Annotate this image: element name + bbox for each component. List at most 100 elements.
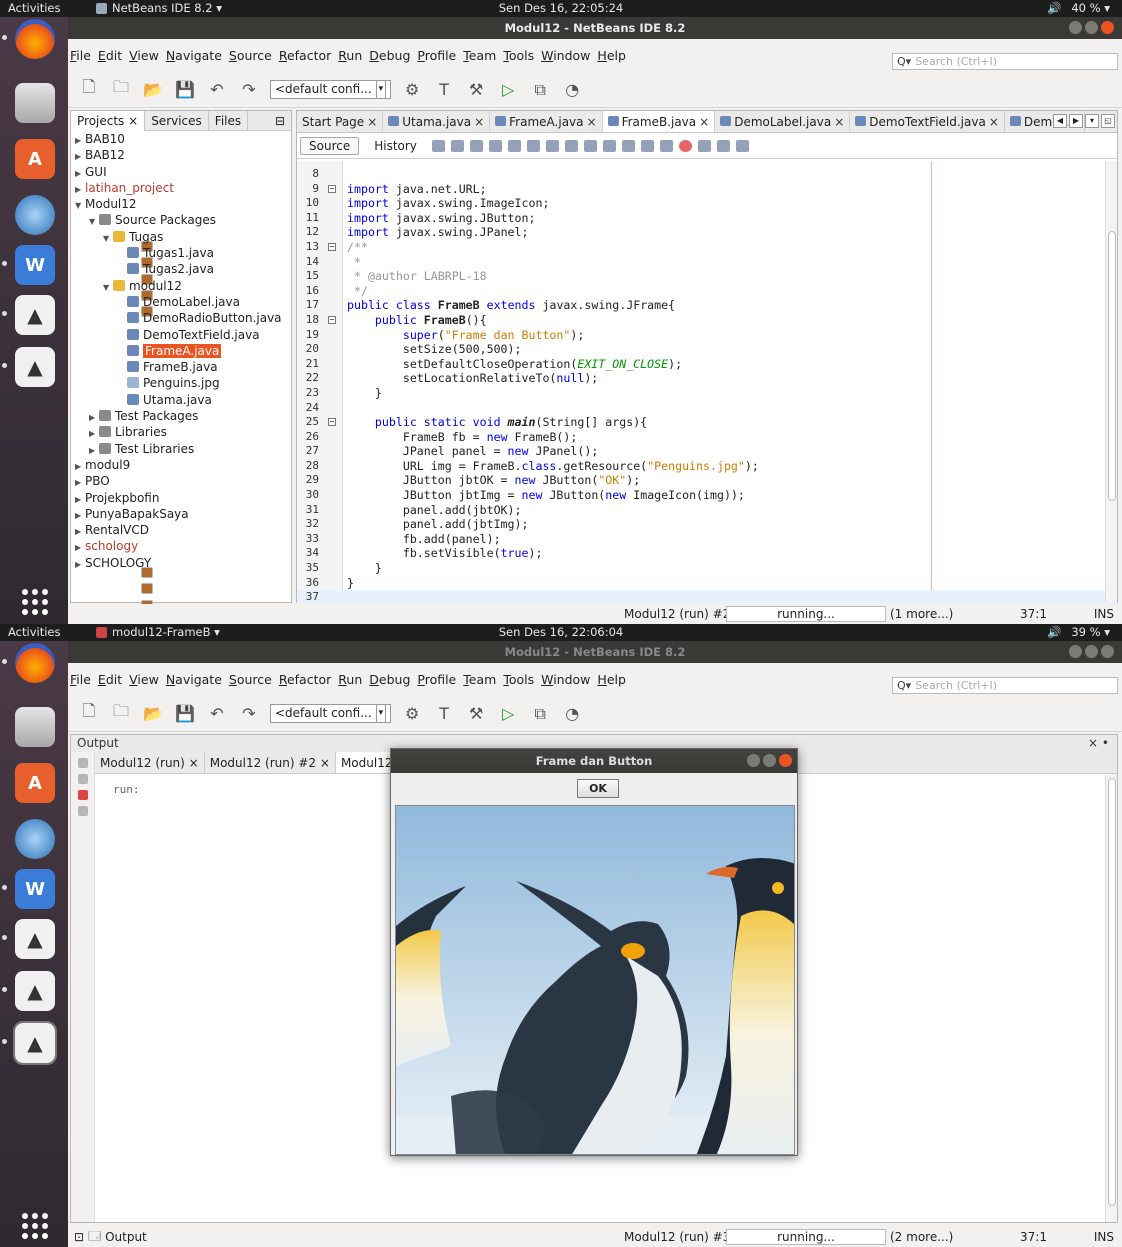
menu-run[interactable]: Run	[338, 48, 362, 63]
show-applications-icon-2[interactable]	[22, 1213, 48, 1239]
prev-bookmark-icon[interactable]	[583, 139, 597, 152]
tab-projects[interactable]: Projects ×	[71, 110, 146, 131]
progress-bar[interactable]: running...	[726, 606, 886, 622]
tab-files[interactable]: Files	[209, 110, 249, 131]
app-menu-2[interactable]: modul12-FrameB ▾	[96, 624, 220, 641]
redo-icon-2[interactable]: ↷	[238, 704, 260, 724]
menu-team[interactable]: Team	[463, 48, 496, 63]
menu-source[interactable]: Source	[229, 48, 272, 63]
menu-refactor[interactable]: Refactor	[279, 48, 331, 63]
output-minimized-tab[interactable]: ⊡ 🗔 Output	[74, 1227, 147, 1247]
tree-item-bab10[interactable]: ▶ BAB10	[71, 131, 291, 252]
next-bookmark-icon[interactable]	[602, 139, 616, 152]
save-all-icon[interactable]: 💾	[174, 80, 196, 100]
window-titlebar-2[interactable]: Modul12 - NetBeans IDE 8.2	[68, 641, 1122, 663]
system-menu-2[interactable]: 🔊 39 % ▾	[1047, 624, 1110, 641]
stop-icon[interactable]	[78, 790, 88, 800]
tab-close-icon[interactable]: ×	[124, 114, 138, 128]
open-project-icon-2[interactable]: 📂	[142, 704, 164, 724]
editor-tab-utama-java[interactable]: Utama.java ×	[383, 111, 491, 132]
files-icon-2[interactable]	[15, 707, 55, 747]
tree-item-schology[interactable]: ▶ SCHOLOGY	[71, 555, 291, 571]
firefox-icon[interactable]	[2, 19, 55, 59]
window-titlebar[interactable]: Modul12 - NetBeans IDE 8.2	[68, 17, 1122, 39]
wps-writer-icon-2[interactable]: W	[2, 869, 55, 909]
search-input-2[interactable]: Q▾ Search (Ctrl+I)	[892, 677, 1118, 694]
frame-close-icon[interactable]	[779, 754, 792, 767]
find-previous-icon[interactable]	[507, 139, 521, 152]
fold-toggle-icon[interactable]: −	[328, 242, 336, 251]
menu-tools[interactable]: Tools	[503, 672, 534, 687]
menu-window[interactable]: Window	[541, 672, 590, 687]
tree-item-pbo[interactable]: ▶ PBO	[71, 473, 291, 595]
menu-profile[interactable]: Profile	[417, 672, 456, 687]
tab-close-icon[interactable]: ×	[699, 115, 709, 129]
find-icon[interactable]	[488, 139, 502, 152]
more-tasks-2[interactable]: (2 more...)	[890, 1230, 953, 1244]
restore-window-icon[interactable]: ◱	[1101, 114, 1115, 128]
maximize-icon-2[interactable]	[1085, 645, 1098, 658]
fold-toggle-icon[interactable]: −	[328, 315, 336, 324]
menu-debug[interactable]: Debug	[369, 672, 410, 687]
tree-item-bab12[interactable]: ▶ BAB12	[71, 147, 291, 269]
profile-icon[interactable]: ◔	[561, 80, 583, 100]
shift-left-icon[interactable]	[640, 139, 654, 152]
history-button[interactable]: History	[365, 137, 426, 155]
build-icon-2[interactable]: T	[433, 704, 455, 724]
system-menu[interactable]: 🔊 40 % ▾	[1047, 0, 1110, 17]
debug-icon-2[interactable]: ⧉	[529, 704, 551, 724]
tree-item-schology[interactable]: ▶ schology	[71, 538, 291, 554]
app-menu[interactable]: NetBeans IDE 8.2 ▾	[96, 0, 222, 17]
tree-item-modul12[interactable]: ▼ Modul12	[71, 196, 291, 318]
menu-profile[interactable]: Profile	[417, 48, 456, 63]
tab-close-icon[interactable]: ×	[989, 115, 999, 129]
build-config-icon[interactable]: ⚙	[401, 80, 423, 100]
tab-list-icon[interactable]: ▾	[1085, 114, 1099, 128]
output-tab-modul12-run-2[interactable]: Modul12 (run) #2 ×	[205, 752, 336, 773]
tab-close-icon[interactable]: ×	[474, 115, 484, 129]
menu-view[interactable]: View	[129, 48, 159, 63]
new-project-icon[interactable]: 🗀	[110, 77, 132, 100]
uncomment-icon[interactable]	[735, 139, 749, 152]
run-icon[interactable]: ▷	[497, 80, 519, 100]
output-tab-modul12-run[interactable]: Modul12 (run) ×	[95, 752, 205, 773]
java-frame-titlebar[interactable]: Frame dan Button	[391, 749, 797, 773]
minimize-panel-icon[interactable]: ⊟	[269, 111, 291, 131]
editor-tab-demolabel-java[interactable]: DemoLabel.java ×	[715, 111, 851, 132]
clean-build-icon[interactable]: ⚒	[465, 80, 487, 100]
editor-tab-frameb-java[interactable]: FrameB.java ×	[602, 111, 716, 132]
rerun-different-icon[interactable]	[78, 774, 88, 784]
last-edit-icon[interactable]	[431, 139, 445, 152]
virtualbox-icon-2[interactable]	[15, 819, 55, 859]
shift-right-icon[interactable]	[659, 139, 673, 152]
redo-icon[interactable]: ↷	[238, 80, 260, 100]
menu-file[interactable]: File	[70, 672, 91, 687]
menu-window[interactable]: Window	[541, 48, 590, 63]
undo-icon[interactable]: ↶	[206, 80, 228, 100]
netbeans-launcher-icon-4[interactable]: ▲	[2, 971, 55, 1011]
run-icon-2[interactable]: ▷	[497, 704, 519, 724]
tree-item-utama-java[interactable]: Utama.java	[71, 392, 291, 408]
menu-team[interactable]: Team	[463, 672, 496, 687]
clock-2[interactable]: Sen Des 16, 22:06:04	[499, 625, 624, 639]
tree-item-rentalvcd[interactable]: ▶ RentalVCD	[71, 522, 291, 538]
editor-scrollbar[interactable]	[1105, 161, 1117, 602]
tab-close-icon[interactable]: ×	[316, 756, 330, 770]
tree-item-penguins-jpg[interactable]: Penguins.jpg	[71, 375, 291, 391]
tree-item-test-packages[interactable]: ▶ Test Packages	[71, 408, 291, 424]
scroll-thumb[interactable]	[1108, 231, 1116, 501]
back-icon[interactable]	[450, 139, 464, 152]
tab-close-icon[interactable]: ×	[587, 115, 597, 129]
output-scrollbar[interactable]	[1105, 774, 1117, 1222]
virtualbox-icon[interactable]	[15, 195, 55, 235]
menu-refactor[interactable]: Refactor	[279, 672, 331, 687]
find-next-icon[interactable]	[526, 139, 540, 152]
menu-help[interactable]: Help	[597, 672, 626, 687]
tab-close-icon[interactable]: ×	[185, 756, 199, 770]
tree-item-framea-java[interactable]: FrameA.java	[71, 343, 291, 359]
fold-toggle-icon[interactable]: −	[328, 418, 336, 427]
tree-item-demoradiobutton-java[interactable]: DemoRadioButton.java	[71, 310, 291, 326]
tree-item-punyabapaksaya[interactable]: ▶ PunyaBapakSaya	[71, 506, 291, 624]
menu-help[interactable]: Help	[597, 48, 626, 63]
config-select-2[interactable]: <default confi... ▾	[270, 704, 392, 723]
